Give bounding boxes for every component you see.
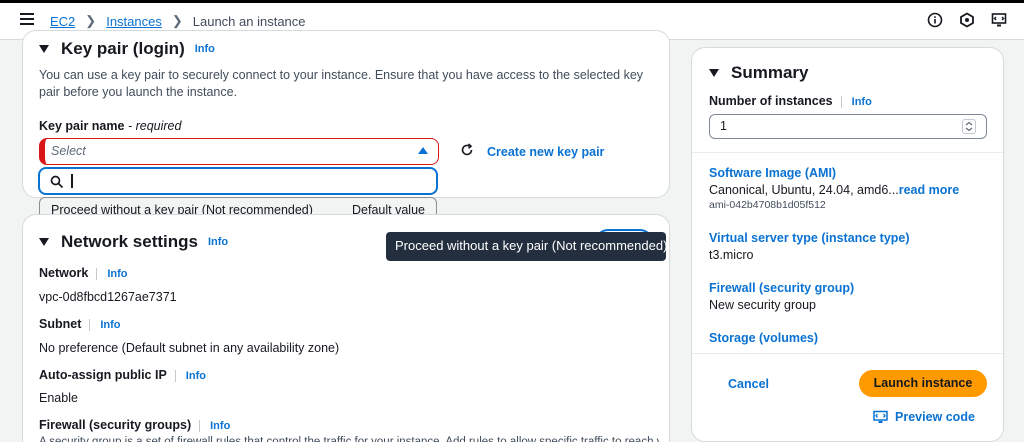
ami-link[interactable]: Software Image (AMI) <box>709 166 836 180</box>
subnet-label: Subnet Info <box>39 317 121 331</box>
menu-icon[interactable] <box>20 13 34 27</box>
chevron-right-icon: ❯ <box>85 13 97 28</box>
refresh-icon[interactable] <box>460 143 474 157</box>
breadcrumb-current: Launch an instance <box>192 13 306 29</box>
option-tooltip: Proceed without a key pair (Not recommen… <box>386 232 667 261</box>
chevron-right-icon: ❯ <box>171 13 183 28</box>
key-pair-select-placeholder: Select <box>51 144 86 158</box>
caret-up-icon <box>418 147 428 154</box>
key-pair-select[interactable]: Select <box>39 138 439 165</box>
collapse-caret-icon <box>39 45 49 53</box>
key-pair-info-link[interactable]: Info <box>195 43 215 55</box>
read-more-link[interactable]: read more <box>899 183 959 197</box>
cancel-button[interactable]: Cancel <box>728 377 769 391</box>
subnet-value: No preference (Default subnet in any ava… <box>39 341 340 355</box>
key-pair-description: You can use a key pair to securely conne… <box>39 68 644 99</box>
firewall-description: A security group is a set of firewall ru… <box>39 436 659 442</box>
summary-heading[interactable]: Summary <box>709 63 808 83</box>
divider <box>692 152 1003 153</box>
key-pair-name-label: Key pair name - required <box>39 119 182 133</box>
instances-info-link[interactable]: Info <box>852 96 872 108</box>
summary-title: Summary <box>731 63 809 82</box>
public-ip-info-link[interactable]: Info <box>186 370 206 382</box>
key-pair-title: Key pair (login) <box>61 39 185 58</box>
settings-icon[interactable] <box>958 11 976 29</box>
ami-value: Canonical, Ubuntu, 24.04, amd6...read mo… <box>709 183 960 197</box>
stepper-icon[interactable] <box>962 119 976 134</box>
instance-type-value: t3.micro <box>709 248 754 262</box>
search-icon <box>50 175 64 189</box>
key-pair-search-input[interactable] <box>38 167 438 195</box>
create-key-pair-link[interactable]: Create new key pair <box>487 145 604 159</box>
breadcrumb: EC2 ❯ Instances ❯ Launch an instance <box>50 13 306 29</box>
breadcrumb-ec2[interactable]: EC2 <box>50 14 75 29</box>
network-field-info-link[interactable]: Info <box>107 268 127 280</box>
network-heading[interactable]: Network settings Info <box>39 232 228 252</box>
subnet-info-link[interactable]: Info <box>100 319 120 331</box>
network-title: Network settings <box>61 232 198 251</box>
breadcrumb-instances[interactable]: Instances <box>106 14 162 29</box>
preview-code-label: Preview code <box>895 410 975 424</box>
security-group-value: New security group <box>709 298 816 312</box>
key-pair-heading[interactable]: Key pair (login) Info <box>39 39 215 59</box>
ami-id: ami-042b4708b1d05f512 <box>709 199 826 211</box>
divider <box>692 353 1003 354</box>
instances-label: Number of instances Info <box>709 94 872 108</box>
text-cursor <box>71 174 73 188</box>
security-group-link[interactable]: Firewall (security group) <box>709 281 854 295</box>
instances-count-value: 1 <box>720 119 727 133</box>
preview-code-icon[interactable] <box>990 11 1008 29</box>
network-value: vpc-0d8fbcd1267ae7371 <box>39 290 177 304</box>
public-ip-label: Auto-assign public IP Info <box>39 368 206 382</box>
collapse-caret-icon <box>709 69 719 77</box>
instance-type-link[interactable]: Virtual server type (instance type) <box>709 231 910 245</box>
collapse-caret-icon <box>39 238 49 246</box>
storage-link[interactable]: Storage (volumes) <box>709 331 818 345</box>
firewall-info-link[interactable]: Info <box>210 420 230 432</box>
preview-code-icon <box>873 410 888 423</box>
preview-code-button[interactable]: Preview code <box>873 410 975 424</box>
info-icon[interactable] <box>926 11 944 29</box>
network-info-link[interactable]: Info <box>208 236 228 248</box>
launch-instance-button[interactable]: Launch instance <box>859 370 987 397</box>
firewall-label: Firewall (security groups) Info <box>39 418 231 432</box>
network-label: Network Info <box>39 266 128 280</box>
public-ip-value: Enable <box>39 391 78 405</box>
instances-count-input[interactable]: 1 <box>709 114 987 139</box>
